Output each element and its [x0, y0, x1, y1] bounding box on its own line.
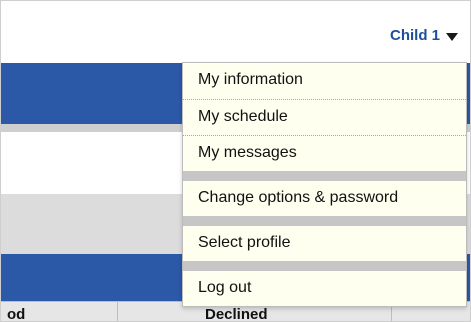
- menu-item-label: My information: [198, 71, 303, 88]
- menu-item-my-information[interactable]: My information: [183, 63, 466, 100]
- menu-item-label: Select profile: [198, 234, 291, 251]
- app-frame: Child 1 od Declined My information My sc…: [0, 0, 471, 322]
- menu-item-change-options-password[interactable]: Change options & password: [183, 181, 466, 216]
- menu-separator: [183, 171, 466, 181]
- menu-item-label: Change options & password: [198, 189, 399, 206]
- menu-item-my-schedule[interactable]: My schedule: [183, 100, 466, 136]
- menu-item-my-messages[interactable]: My messages: [183, 136, 466, 171]
- child-dropdown-menu: My information My schedule My messages C…: [182, 62, 467, 307]
- child-selector-button[interactable]: Child 1: [390, 27, 458, 44]
- menu-item-label: Log out: [198, 279, 252, 296]
- menu-separator: [183, 216, 466, 226]
- menu-item-log-out[interactable]: Log out: [183, 271, 466, 306]
- top-bar: Child 1: [1, 1, 470, 63]
- menu-item-select-profile[interactable]: Select profile: [183, 226, 466, 261]
- table-col-divider: [117, 302, 118, 321]
- child-selector-label: Child 1: [389, 27, 440, 44]
- table-header-col-2: Declined: [205, 306, 268, 322]
- table-header-col-1: od: [7, 306, 26, 322]
- chevron-down-icon: [446, 32, 458, 41]
- menu-separator: [183, 261, 466, 271]
- menu-item-label: My messages: [198, 144, 297, 161]
- menu-item-label: My schedule: [198, 108, 288, 125]
